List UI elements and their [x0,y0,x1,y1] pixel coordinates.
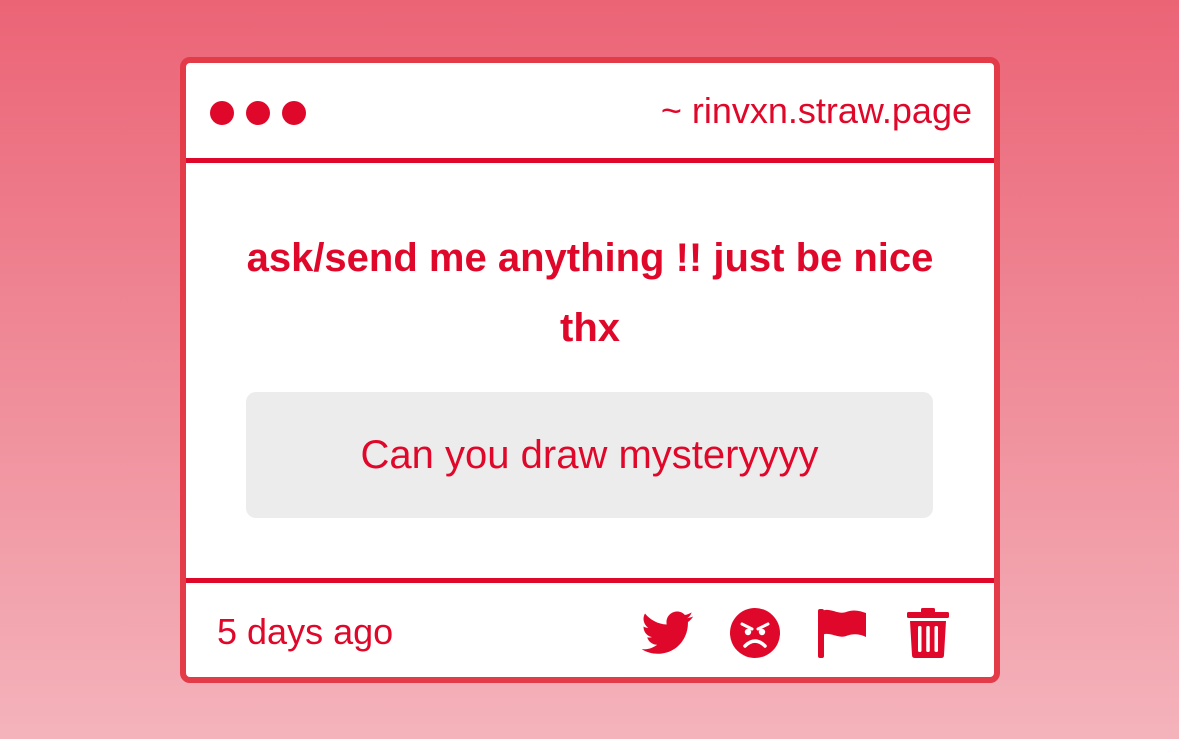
prompt-text: ask/send me anything !! just be nice thx [246,236,934,350]
twitter-share-button[interactable] [640,605,696,661]
angry-face-icon [730,608,780,658]
flag-icon [818,609,866,658]
twitter-icon [642,611,694,654]
block-user-button[interactable] [727,605,783,661]
page-url[interactable]: ~ rinvxn.straw.page [661,89,972,133]
ask-card: ~ rinvxn.straw.page ask/send me anything… [180,57,1000,683]
card-content: ask/send me anything !! just be nice thx… [186,163,994,578]
message-box: Can you draw mysteryyyy [246,392,933,518]
window-titlebar: ~ rinvxn.straw.page [186,63,994,163]
delete-button[interactable] [900,605,956,661]
window-dot-1 [210,101,234,125]
message-text: Can you draw mysteryyyy [360,432,819,477]
window-dot-2 [246,101,270,125]
timestamp: 5 days ago [217,611,394,652]
window-dot-3 [282,101,306,125]
report-button[interactable] [814,605,870,661]
trash-icon [907,608,949,658]
card-footer: 5 days ago [186,578,994,677]
